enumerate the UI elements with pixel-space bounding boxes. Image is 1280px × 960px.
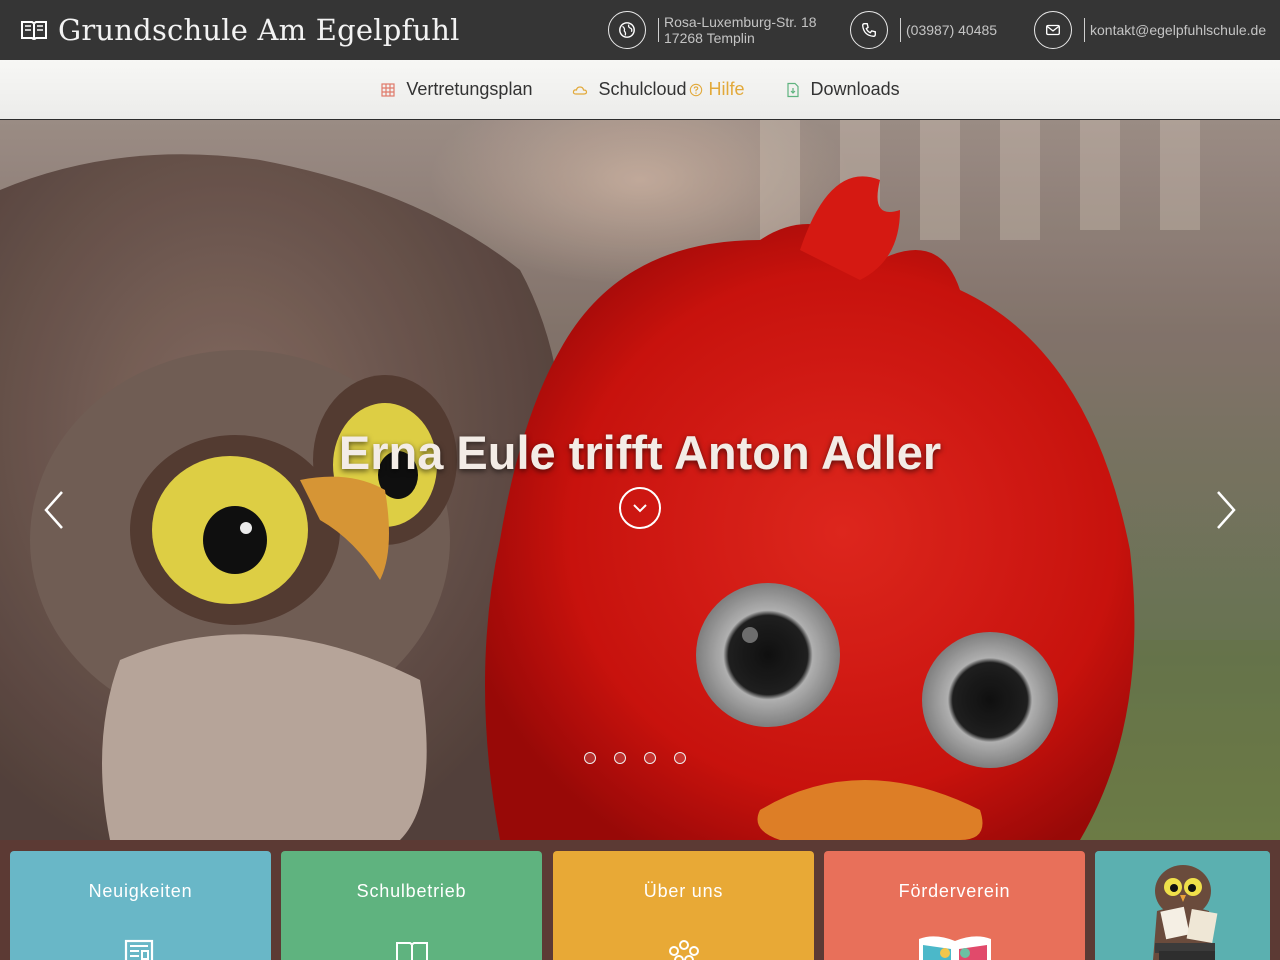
scroll-down-button[interactable] (619, 487, 661, 529)
tile-label: Förderverein (898, 881, 1011, 901)
nav-bar: Vertretungsplan Schulcloud Hilfe Downloa… (0, 60, 1280, 120)
nav-schulcloud-label: Schulcloud (598, 79, 687, 99)
brand-title: Grundschule Am Egelpfuhl (58, 13, 460, 47)
tile-label: Schulbetrieb (356, 881, 467, 901)
nav-hilfe-label: Hilfe (708, 79, 745, 99)
help-circle-icon (689, 83, 702, 96)
tile-schulbetrieb[interactable]: Schulbetrieb (281, 851, 542, 960)
slider-dot-3[interactable] (644, 752, 656, 764)
hero-title: Erna Eule trifft Anton Adler (338, 426, 942, 479)
slider-dot-1[interactable] (584, 752, 596, 764)
globe-icon (608, 11, 646, 49)
chevron-down-icon (633, 504, 647, 513)
mail-icon (1034, 11, 1072, 49)
tile-label: Neuigkeiten (88, 881, 193, 901)
group-icon (668, 940, 699, 960)
tile-foerderverein[interactable]: Förderverein (824, 851, 1085, 960)
foerderverein-logo-icon (918, 936, 991, 960)
tile-label: Über uns (643, 881, 724, 901)
chevron-right-icon (1217, 491, 1236, 529)
nav-downloads[interactable]: Downloads (785, 79, 900, 100)
open-book-icon (21, 21, 47, 40)
phone-text: (03987) 40485 (906, 22, 998, 38)
book-icon (395, 942, 428, 960)
nav-downloads-label: Downloads (810, 79, 900, 99)
nav-hilfe[interactable]: Hilfe (689, 79, 745, 100)
phone-icon (850, 11, 888, 49)
separator (900, 18, 901, 42)
slider-dot-2[interactable] (614, 752, 626, 764)
newspaper-icon (124, 939, 153, 960)
address-city: 17268 Templin (664, 30, 755, 46)
separator (1084, 18, 1085, 42)
hero-slider: Erna Eule trifft Anton Adler (0, 120, 1280, 840)
tile-ueber-uns[interactable]: Über uns (553, 851, 814, 960)
slider-dots (584, 752, 686, 764)
table-icon (381, 82, 395, 97)
address-text: Rosa-Luxemburg-Str. 18 17268 Templin (664, 14, 817, 46)
top-bar: Grundschule Am Egelpfuhl Rosa-Luxemburg-… (0, 0, 1280, 60)
email-block[interactable]: kontakt@egelpfuhlschule.de (1034, 8, 1266, 52)
hero-image (0, 120, 1280, 840)
slider-dot-4[interactable] (674, 752, 686, 764)
brand-link[interactable]: Grundschule Am Egelpfuhl (20, 10, 460, 50)
phone-block[interactable]: (03987) 40485 (850, 8, 997, 52)
chevron-left-icon (44, 491, 63, 529)
separator (658, 18, 659, 42)
nav-schulcloud[interactable]: Schulcloud Hilfe (572, 79, 745, 100)
nav-vertretungsplan[interactable]: Vertretungsplan (380, 79, 532, 100)
nav-vertretungsplan-label: Vertretungsplan (406, 79, 533, 99)
slider-prev-button[interactable] (34, 485, 74, 535)
address-street: Rosa-Luxemburg-Str. 18 (664, 14, 817, 30)
tile-neuigkeiten[interactable]: Neuigkeiten (10, 851, 271, 960)
address-block[interactable]: Rosa-Luxemburg-Str. 18 17268 Templin (608, 8, 817, 52)
email-text: kontakt@egelpfuhlschule.de (1090, 22, 1267, 38)
cloud-icon (573, 85, 588, 95)
file-download-icon (786, 82, 799, 97)
owl-reading-image (1095, 851, 1270, 960)
tile-owl-image[interactable] (1095, 851, 1270, 960)
slider-next-button[interactable] (1206, 485, 1246, 535)
category-tiles: Neuigkeiten Schulbetrieb Über uns Förder… (0, 840, 1280, 960)
